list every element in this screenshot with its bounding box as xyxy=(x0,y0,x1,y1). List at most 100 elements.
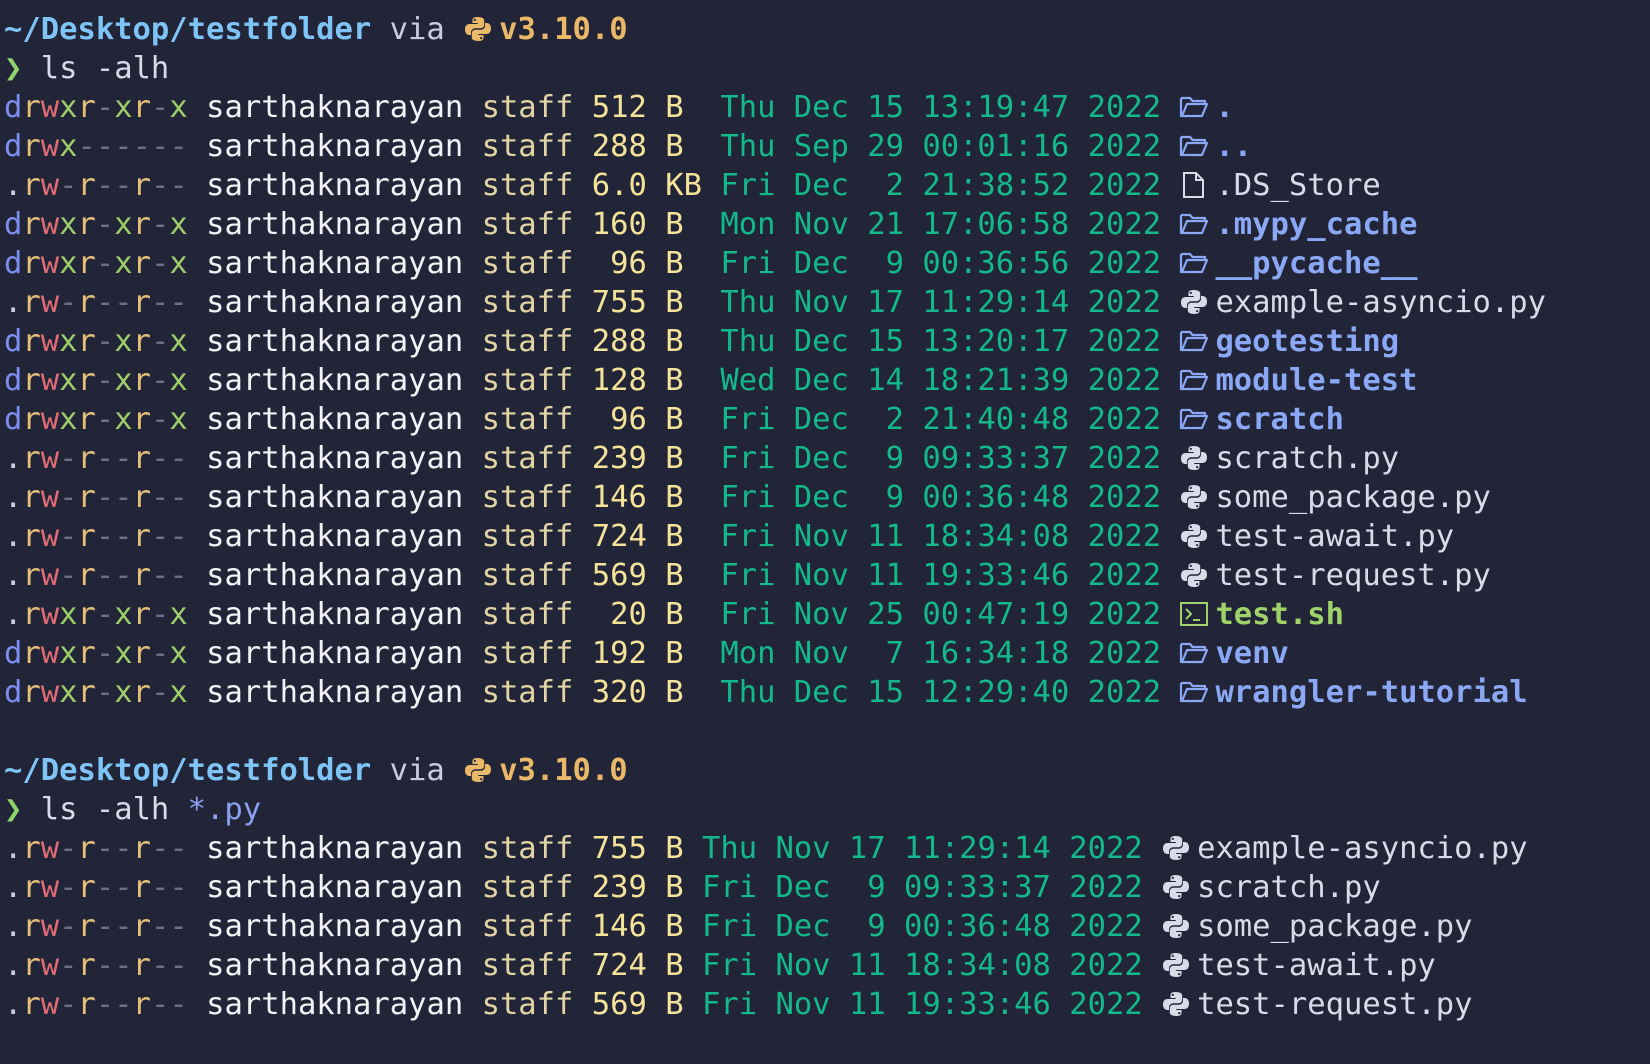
file-name: geotesting xyxy=(1215,324,1400,359)
owner: sarthaknarayan xyxy=(206,168,464,203)
owner: sarthaknarayan xyxy=(206,402,464,437)
file-size: 755 xyxy=(591,285,647,320)
modified-date: Fri Dec 2 21:38:52 2022 xyxy=(720,168,1162,203)
python-icon xyxy=(1179,483,1209,511)
python-version: v3.10.0 xyxy=(499,12,628,47)
modified-date: Fri Dec 9 09:33:37 2022 xyxy=(720,441,1162,476)
modified-date: Fri Dec 9 00:36:48 2022 xyxy=(702,909,1143,944)
modified-date: Thu Nov 17 11:29:14 2022 xyxy=(720,285,1162,320)
python-icon xyxy=(1179,522,1209,550)
folder-icon xyxy=(1179,210,1209,238)
file-name: scratch.py xyxy=(1215,441,1400,476)
file-size: 755 xyxy=(591,831,647,866)
size-unit: B xyxy=(665,558,702,593)
group: staff xyxy=(481,831,574,866)
modified-date: Mon Nov 7 16:34:18 2022 xyxy=(720,636,1162,671)
modified-date: Thu Dec 15 13:20:17 2022 xyxy=(720,324,1162,359)
owner: sarthaknarayan xyxy=(206,519,464,554)
file-name: module-test xyxy=(1215,363,1418,398)
file-row: drwxr-xr-x sarthaknarayan staff 288 B Th… xyxy=(4,322,1650,361)
command-line[interactable]: ❯ ls -alh *.py xyxy=(4,790,1650,829)
file-name: .DS_Store xyxy=(1215,168,1381,203)
permissions: drwxr-xr-x xyxy=(4,402,188,437)
command-glob-arg: *.py xyxy=(187,792,262,827)
file-name: .. xyxy=(1215,129,1253,164)
owner: sarthaknarayan xyxy=(206,90,464,125)
file-size: 160 xyxy=(591,207,647,242)
owner: sarthaknarayan xyxy=(206,324,464,359)
modified-date: Thu Sep 29 00:01:16 2022 xyxy=(720,129,1162,164)
file-size: 320 xyxy=(591,675,647,710)
group: staff xyxy=(481,948,574,983)
file-size: 6.0 xyxy=(591,168,647,203)
file-size: 128 xyxy=(591,363,647,398)
file-name: some_package.py xyxy=(1215,480,1491,515)
python-icon xyxy=(1179,561,1209,589)
group: staff xyxy=(481,324,574,359)
python-icon xyxy=(1161,873,1191,901)
prompt-symbol: ❯ xyxy=(4,792,23,827)
owner: sarthaknarayan xyxy=(206,441,464,476)
file-name: scratch.py xyxy=(1197,870,1381,905)
modified-date: Fri Dec 9 09:33:37 2022 xyxy=(702,870,1143,905)
file-name: test-await.py xyxy=(1197,948,1436,983)
file-row: drwxr-xr-x sarthaknarayan staff 512 B Th… xyxy=(4,88,1650,127)
folder-icon xyxy=(1179,678,1209,706)
permissions: .rw-r--r-- xyxy=(4,168,188,203)
modified-date: Wed Dec 14 18:21:39 2022 xyxy=(720,363,1162,398)
file-row: .rw-r--r-- sarthaknarayan staff 755 B Th… xyxy=(4,283,1650,322)
python-icon xyxy=(1179,444,1209,472)
owner: sarthaknarayan xyxy=(206,558,464,593)
prompt-via: via xyxy=(389,753,445,788)
python-version: v3.10.0 xyxy=(499,753,628,788)
permissions: drwxr-xr-x xyxy=(4,246,188,281)
file-row: drwxr-xr-x sarthaknarayan staff 192 B Mo… xyxy=(4,634,1650,673)
file-row: .rw-r--r-- sarthaknarayan staff 146 B Fr… xyxy=(4,907,1650,946)
file-size: 146 xyxy=(591,480,647,515)
permissions: drwxr-xr-x xyxy=(4,90,188,125)
file-name: __pycache__ xyxy=(1215,246,1418,281)
size-unit: B xyxy=(665,324,702,359)
folder-icon xyxy=(1179,366,1209,394)
file-name: .mypy_cache xyxy=(1215,207,1418,242)
permissions: .rw-r--r-- xyxy=(4,519,188,554)
modified-date: Thu Nov 17 11:29:14 2022 xyxy=(702,831,1143,866)
group: staff xyxy=(481,597,574,632)
folder-icon xyxy=(1179,639,1209,667)
modified-date: Thu Dec 15 13:19:47 2022 xyxy=(720,90,1162,125)
file-row: drwxr-xr-x sarthaknarayan staff 96 B Fri… xyxy=(4,244,1650,283)
permissions: drwx------ xyxy=(4,129,188,164)
size-unit: B xyxy=(665,363,702,398)
permissions: .rw-r--r-- xyxy=(4,831,188,866)
modified-date: Mon Nov 21 17:06:58 2022 xyxy=(720,207,1162,242)
prompt-header-line: ~/Desktop/testfolder via v3.10.0 xyxy=(4,751,1650,790)
file-row: .rw-r--r-- sarthaknarayan staff 146 B Fr… xyxy=(4,478,1650,517)
permissions: .rw-r--r-- xyxy=(4,909,188,944)
modified-date: Fri Nov 11 18:34:08 2022 xyxy=(702,948,1143,983)
folder-icon xyxy=(1179,93,1209,121)
file-row: drwxr-xr-x sarthaknarayan staff 160 B Mo… xyxy=(4,205,1650,244)
file-size: 239 xyxy=(591,441,647,476)
file-name: example-asyncio.py xyxy=(1215,285,1546,320)
owner: sarthaknarayan xyxy=(206,636,464,671)
group: staff xyxy=(481,168,574,203)
owner: sarthaknarayan xyxy=(206,207,464,242)
file-size: 288 xyxy=(591,324,647,359)
owner: sarthaknarayan xyxy=(206,597,464,632)
file-name: some_package.py xyxy=(1197,909,1473,944)
folder-icon xyxy=(1179,132,1209,160)
file-name: test-await.py xyxy=(1215,519,1455,554)
file-size: 146 xyxy=(591,909,647,944)
file-row: .rwxr-xr-x sarthaknarayan staff 20 B Fri… xyxy=(4,595,1650,634)
command-line[interactable]: ❯ ls -alh xyxy=(4,49,1650,88)
file-name: test.sh xyxy=(1215,597,1344,632)
terminal-window[interactable]: ~/Desktop/testfolder via v3.10.0 ❯ ls -a… xyxy=(0,0,1650,1064)
owner: sarthaknarayan xyxy=(206,285,464,320)
file-size: 96 xyxy=(591,246,647,281)
modified-date: Fri Dec 9 00:36:56 2022 xyxy=(720,246,1162,281)
file-size: 20 xyxy=(591,597,647,632)
permissions: .rw-r--r-- xyxy=(4,987,188,1022)
group: staff xyxy=(481,246,574,281)
owner: sarthaknarayan xyxy=(206,948,464,983)
